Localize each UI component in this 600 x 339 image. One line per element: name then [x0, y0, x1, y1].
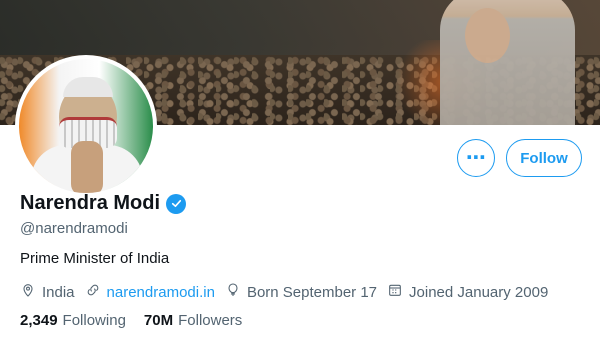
following-label: Following: [62, 312, 126, 329]
location-item: India: [20, 282, 75, 302]
link-icon: [85, 282, 101, 302]
follow-button[interactable]: Follow: [506, 139, 582, 177]
website-link[interactable]: narendramodi.in: [107, 284, 215, 301]
location-pin-icon: [20, 282, 36, 302]
more-horizontal-icon: ⋯: [466, 147, 486, 169]
profile-name-row: Narendra Modi: [20, 192, 187, 215]
joined-item: Joined January 2009: [387, 282, 548, 302]
avatar-folded-hands: [71, 141, 103, 193]
followers-stat[interactable]: 70M Followers: [144, 312, 242, 329]
verified-badge-icon: [166, 193, 187, 214]
more-options-button[interactable]: ⋯: [457, 139, 495, 177]
following-stat[interactable]: 2,349 Following: [20, 312, 126, 329]
profile-handle: @narendramodi: [20, 220, 128, 237]
profile-meta: India narendramodi.in Born September 17 …: [20, 282, 548, 302]
website-item[interactable]: narendramodi.in: [85, 282, 215, 302]
following-count: 2,349: [20, 312, 58, 329]
birthday-text: Born September 17: [246, 283, 378, 301]
banner-person: [440, 0, 575, 125]
followers-count: 70M: [143, 312, 174, 329]
balloon-icon: [225, 282, 241, 302]
profile-bio: Prime Minister of India: [20, 250, 170, 267]
joined-text: Joined January 2009: [409, 283, 549, 301]
avatar-image: [19, 59, 153, 193]
avatar[interactable]: [15, 55, 157, 197]
profile-name: Narendra Modi: [20, 192, 161, 214]
followers-label: Followers: [178, 312, 243, 329]
calendar-icon: [387, 282, 403, 302]
birthday-item: Born September 17: [225, 282, 377, 302]
profile-stats: 2,349 Following 70M Followers: [20, 312, 242, 329]
avatar-hair: [63, 77, 113, 97]
location-text: India: [42, 283, 75, 301]
